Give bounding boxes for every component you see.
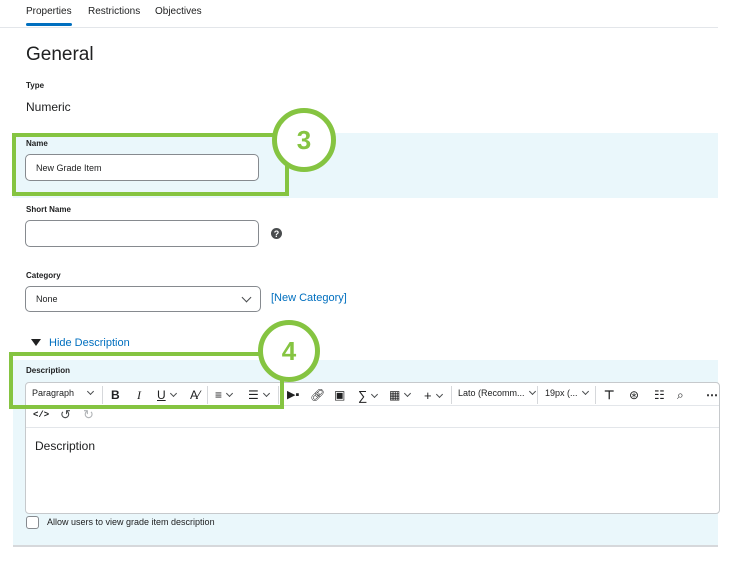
accessibility-icon[interactable]: ⊛ [629,388,639,402]
type-value: Numeric [26,100,71,114]
word-count-icon[interactable]: ☷ [654,388,665,402]
link-icon[interactable]: 🔗︎ [310,388,325,402]
tab-properties[interactable]: Properties [26,6,72,26]
annotation-box-4 [9,352,284,409]
annotation-box-3 [12,133,289,196]
redo-icon: ↻ [83,407,94,422]
font-size-label: 19px (... [545,388,578,398]
category-selected: None [36,294,58,304]
table-icon[interactable]: ▦ [389,388,412,402]
chevron-down-icon [528,387,536,396]
format-painter-icon[interactable]: ⊤ [604,388,614,402]
annotation-badge-3: 3 [272,108,336,172]
insert-media-icon[interactable]: ▶▪ [287,388,299,401]
chevron-down-icon [404,389,412,398]
font-family-dropdown[interactable]: Lato (Recomm... [458,387,536,398]
equation-icon[interactable]: ∑ [358,388,379,403]
insert-plus-icon[interactable]: + [424,388,443,403]
allow-view-label: Allow users to view grade item descripti… [47,517,215,527]
type-label: Type [26,81,45,90]
toolbar-separator [451,386,452,404]
font-family-label: Lato (Recomm... [458,388,525,398]
annotation-badge-4: 4 [258,320,320,382]
font-size-dropdown[interactable]: 19px (... [545,387,589,398]
category-select[interactable]: None [25,286,261,312]
tab-restrictions[interactable]: Restrictions [88,6,140,17]
more-icon[interactable]: ⋯ [706,388,718,402]
divider [13,545,718,547]
short-name-field[interactable] [25,220,259,247]
chevron-down-icon [435,390,443,398]
tab-objectives[interactable]: Objectives [155,6,202,17]
preview-icon[interactable]: ⌕ [677,388,684,403]
toolbar-separator [595,386,596,404]
allow-view-checkbox[interactable] [26,516,39,529]
toolbar-separator [537,386,538,404]
description-content[interactable]: Description [35,439,95,453]
new-category-link[interactable]: [New Category] [271,292,347,304]
help-icon[interactable]: ? [271,228,282,239]
toolbar-bottom-divider [26,427,719,428]
source-code-icon[interactable]: </> [33,410,49,420]
hide-description-link[interactable]: Hide Description [49,337,130,349]
chevron-down-icon [581,387,589,396]
page-title: General [26,44,94,65]
caret-down-icon [31,339,41,346]
undo-icon[interactable]: ↺ [60,407,71,423]
chevron-down-icon [241,292,252,302]
category-label: Category [26,271,61,280]
tab-bar: Properties Restrictions Objectives [0,0,718,28]
short-name-label: Short Name [26,205,71,214]
image-icon[interactable]: ▣ [334,388,345,402]
chevron-down-icon [371,390,379,398]
